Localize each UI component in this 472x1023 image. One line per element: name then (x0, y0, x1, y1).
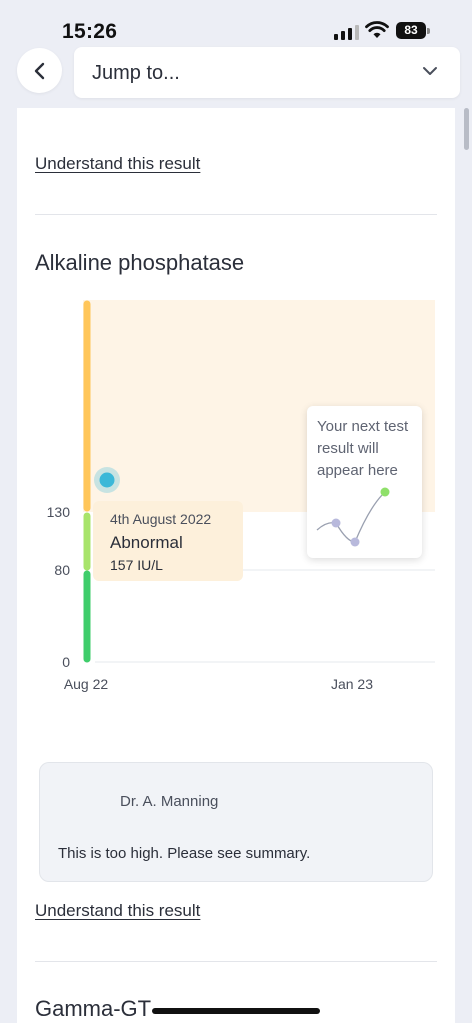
tooltip-status: Abnormal (110, 533, 183, 552)
back-button[interactable] (17, 48, 62, 93)
understand-result-link[interactable]: Understand this result (35, 901, 200, 921)
y-tick-80: 80 (54, 562, 70, 578)
data-point (99, 472, 115, 488)
y-tick-130: 130 (47, 504, 71, 520)
home-indicator (152, 1008, 320, 1014)
status-bar: 15:26 83 (0, 0, 472, 46)
wifi-icon (365, 21, 389, 38)
x-tick-jan-23: Jan 23 (331, 676, 373, 692)
comment-text: This is too high. Please see summary. (58, 845, 311, 862)
tooltip-date: 4th August 2022 (110, 511, 212, 527)
jump-to-select[interactable]: Jump to... (74, 47, 460, 98)
doctor-name: Dr. A. Manning (120, 793, 219, 810)
results-card: Understand this result Alkaline phosphat… (17, 108, 455, 1023)
result-tooltip: 4th August 2022 Abnormal 157 IU/L (93, 501, 243, 581)
next-result-card: Your next test result will appear here (307, 406, 422, 558)
section-title-next: Gamma-GT (35, 996, 152, 1021)
tooltip-value-unit: IU/L (137, 557, 163, 573)
status-time: 15:26 (62, 20, 118, 43)
x-tick-aug-22: Aug 22 (64, 676, 109, 692)
chevron-left-icon (34, 62, 44, 79)
battery-icon: 83 (396, 22, 426, 39)
next-result-sparkline-icon (316, 487, 390, 547)
jump-to-label: Jump to... (92, 62, 180, 84)
cellular-signal-icon (334, 25, 359, 40)
battery-tip (427, 28, 430, 34)
divider (35, 961, 437, 962)
tooltip-value-number: 157 (110, 557, 134, 573)
scrollbar[interactable] (464, 108, 469, 150)
chevron-down-icon (423, 67, 437, 75)
tooltip-value: 157 IU/L (110, 557, 163, 573)
doctor-comment-box: Dr. A. Manning This is too high. Please … (39, 762, 433, 882)
y-tick-0: 0 (62, 654, 70, 670)
